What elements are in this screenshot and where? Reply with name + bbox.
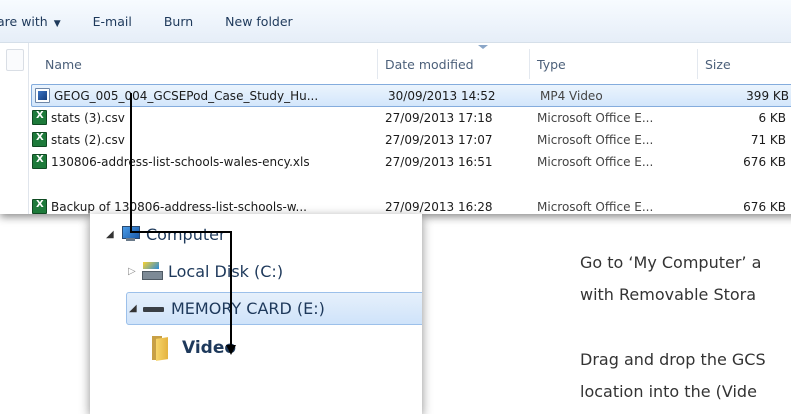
mp4-video-icon bbox=[35, 88, 50, 103]
burn-button[interactable]: Burn bbox=[164, 14, 193, 29]
file-size: 71 KB bbox=[750, 133, 786, 147]
computer-icon bbox=[120, 226, 140, 242]
file-name: GEOG_005_004_GCSEPod_Case_Study_Hu... bbox=[54, 89, 319, 103]
tree-item-local-disk[interactable]: ▷ Local Disk (C:) bbox=[128, 256, 283, 286]
expanded-arrow-icon[interactable]: ◢ bbox=[106, 229, 120, 240]
tree-item-label: Local Disk (C:) bbox=[168, 261, 284, 281]
file-date: 30/09/2013 14:52 bbox=[388, 89, 496, 103]
email-button[interactable]: E-mail bbox=[93, 14, 132, 29]
file-name: Backup of 130806-address-list-schools-w.… bbox=[51, 200, 307, 214]
tree-item-label: Video bbox=[182, 338, 237, 358]
column-header-type[interactable]: Type bbox=[537, 57, 566, 72]
instruction-line: location into the (Vide bbox=[580, 382, 757, 401]
instruction-line: Go to ‘My Computer’ a bbox=[580, 253, 762, 272]
column-divider[interactable] bbox=[697, 49, 698, 79]
file-type: Microsoft Office E... bbox=[537, 200, 654, 214]
sort-indicator-icon bbox=[478, 45, 488, 49]
command-bar: are with ▼ E-mail Burn New folder bbox=[0, 0, 791, 43]
tree-item-memory-card[interactable]: ◢ MEMORY CARD (E:) bbox=[126, 292, 422, 325]
file-date: 27/09/2013 17:18 bbox=[385, 111, 493, 125]
file-name: 130806-address-list-schools-wales-ency.x… bbox=[51, 155, 310, 169]
table-row[interactable]: Backup of 130806-address-list-schools-w.… bbox=[29, 196, 791, 214]
pane-splitter[interactable] bbox=[6, 49, 24, 71]
table-row[interactable]: 130806-address-list-schools-wales-ency.x… bbox=[29, 151, 791, 173]
instruction-line: with Removable Stora bbox=[580, 285, 757, 304]
column-header-size[interactable]: Size bbox=[705, 57, 731, 72]
instruction-line: Drag and drop the GCS bbox=[580, 350, 766, 369]
collapsed-arrow-icon[interactable]: ▷ bbox=[128, 266, 142, 277]
file-type: Microsoft Office E... bbox=[537, 133, 654, 147]
tree-item-label: MEMORY CARD (E:) bbox=[171, 299, 325, 318]
tree-item-label: Computer bbox=[146, 224, 226, 244]
file-date: 27/09/2013 16:28 bbox=[385, 200, 493, 214]
share-with-button[interactable]: are with ▼ bbox=[0, 14, 61, 29]
file-size: 676 KB bbox=[743, 200, 786, 214]
expanded-arrow-icon[interactable]: ◢ bbox=[129, 303, 143, 314]
file-name: stats (2).csv bbox=[51, 133, 125, 147]
memory-card-icon bbox=[143, 304, 165, 314]
navigation-pane-edge bbox=[0, 43, 29, 214]
local-disk-icon bbox=[142, 262, 163, 280]
file-list-window: are with ▼ E-mail Burn New folder Name D… bbox=[0, 0, 791, 214]
column-header-name[interactable]: Name bbox=[45, 57, 82, 72]
file-type: Microsoft Office E... bbox=[537, 111, 654, 125]
tree-item-computer[interactable]: ◢ Computer bbox=[106, 219, 226, 249]
file-size: 399 KB bbox=[746, 89, 789, 103]
file-date: 27/09/2013 17:07 bbox=[385, 133, 493, 147]
table-row[interactable]: stats (2).csv 27/09/2013 17:07 Microsoft… bbox=[29, 129, 791, 151]
file-date: 27/09/2013 16:51 bbox=[385, 155, 493, 169]
file-size: 6 KB bbox=[758, 111, 786, 125]
table-row-selected[interactable]: GEOG_005_004_GCSEPod_Case_Study_Hu... 30… bbox=[31, 84, 791, 107]
file-type: MP4 Video bbox=[540, 89, 603, 103]
navigation-tree: ◢ Computer ▷ Local Disk (C:) ◢ MEMORY CA… bbox=[90, 214, 422, 414]
column-divider[interactable] bbox=[529, 49, 530, 79]
file-name: stats (3).csv bbox=[51, 111, 125, 125]
column-divider[interactable] bbox=[377, 49, 378, 79]
tree-item-video[interactable]: Video bbox=[152, 331, 236, 365]
column-headers: Name Date modified Type Size bbox=[29, 43, 791, 83]
chevron-down-icon: ▼ bbox=[53, 18, 61, 29]
column-header-date[interactable]: Date modified bbox=[385, 57, 474, 72]
excel-file-icon bbox=[32, 154, 47, 169]
file-type: Microsoft Office E... bbox=[537, 155, 654, 169]
folder-icon bbox=[152, 336, 170, 361]
file-size: 676 KB bbox=[743, 155, 786, 169]
new-folder-button[interactable]: New folder bbox=[225, 14, 293, 29]
table-row[interactable]: stats (3).csv 27/09/2013 17:18 Microsoft… bbox=[29, 107, 791, 129]
excel-file-icon bbox=[32, 110, 47, 125]
excel-file-icon bbox=[32, 132, 47, 147]
excel-file-icon bbox=[32, 199, 47, 214]
